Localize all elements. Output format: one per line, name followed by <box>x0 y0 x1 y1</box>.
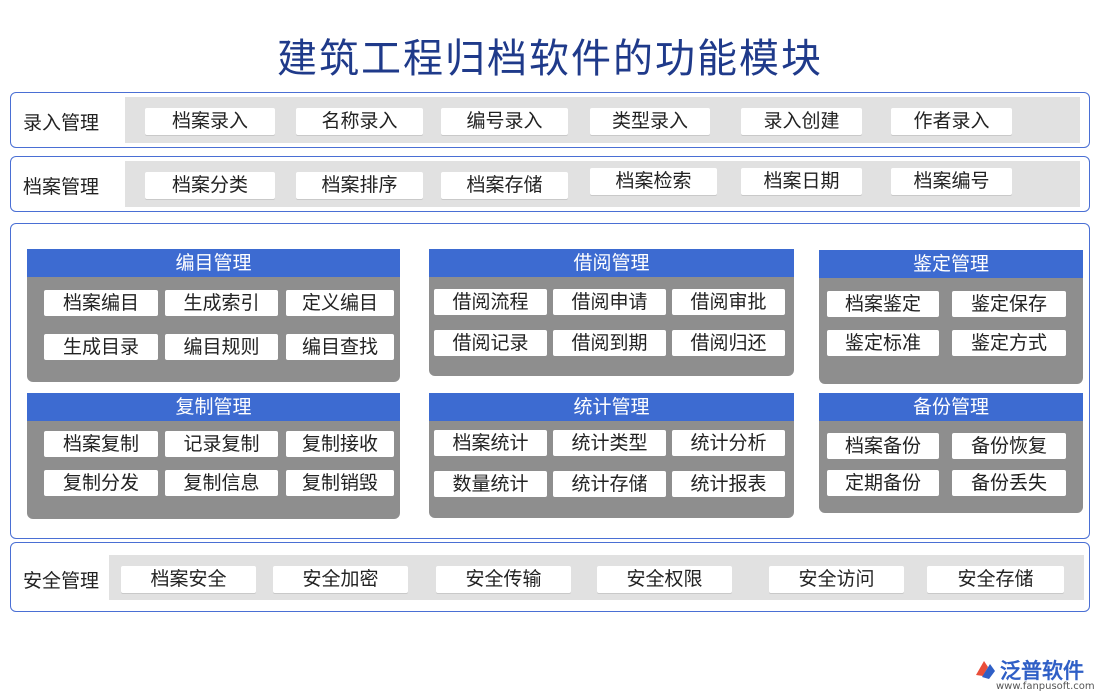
item-borrow-6[interactable]: 借阅归还 <box>672 330 785 356</box>
item-appraisal-2[interactable]: 鉴定保存 <box>952 291 1066 317</box>
row-entry: 录入管理 档案录入 名称录入 编号录入 类型录入 录入创建 作者录入 <box>10 92 1090 148</box>
logo-url: www.fanpusoft.com <box>996 681 1095 692</box>
item-security-1[interactable]: 档案安全 <box>121 566 256 593</box>
module-backup-title: 备份管理 <box>819 393 1083 421</box>
item-archive-6[interactable]: 档案编号 <box>891 168 1012 195</box>
item-catalog-4[interactable]: 生成目录 <box>44 334 158 360</box>
item-backup-2[interactable]: 备份恢复 <box>952 433 1066 459</box>
modules-section: 编目管理 档案编目 生成索引 定义编目 生成目录 编目规则 编目查找 借阅管理 … <box>10 223 1090 539</box>
item-catalog-2[interactable]: 生成索引 <box>165 290 278 316</box>
item-archive-2[interactable]: 档案排序 <box>296 172 423 199</box>
item-security-2[interactable]: 安全加密 <box>273 566 408 593</box>
module-stats-title: 统计管理 <box>429 393 794 421</box>
item-borrow-5[interactable]: 借阅到期 <box>553 330 666 356</box>
item-backup-1[interactable]: 档案备份 <box>827 433 939 459</box>
brand-logo: 泛普软件 www.fanpusoft.com <box>972 655 1095 695</box>
item-catalog-5[interactable]: 编目规则 <box>165 334 278 360</box>
item-stats-2[interactable]: 统计类型 <box>553 430 666 456</box>
item-entry-4[interactable]: 类型录入 <box>590 108 710 135</box>
item-entry-6[interactable]: 作者录入 <box>891 108 1012 135</box>
module-borrow: 借阅管理 借阅流程 借阅申请 借阅审批 借阅记录 借阅到期 借阅归还 <box>429 249 794 376</box>
item-borrow-4[interactable]: 借阅记录 <box>434 330 547 356</box>
item-catalog-1[interactable]: 档案编目 <box>44 290 158 316</box>
item-copy-1[interactable]: 档案复制 <box>44 431 158 457</box>
item-stats-6[interactable]: 统计报表 <box>672 471 785 497</box>
item-backup-3[interactable]: 定期备份 <box>827 470 939 496</box>
item-entry-3[interactable]: 编号录入 <box>441 108 568 135</box>
item-copy-2[interactable]: 记录复制 <box>165 431 278 457</box>
item-borrow-2[interactable]: 借阅申请 <box>553 289 666 315</box>
item-stats-1[interactable]: 档案统计 <box>434 430 547 456</box>
item-copy-4[interactable]: 复制分发 <box>44 470 158 496</box>
logo-icon <box>976 661 995 679</box>
item-archive-1[interactable]: 档案分类 <box>145 172 275 199</box>
module-copy-title: 复制管理 <box>27 393 400 421</box>
row-security-label: 安全管理 <box>23 570 100 592</box>
module-copy: 复制管理 档案复制 记录复制 复制接收 复制分发 复制信息 复制销毁 <box>27 393 400 519</box>
item-backup-4[interactable]: 备份丢失 <box>952 470 1066 496</box>
item-stats-5[interactable]: 统计存储 <box>553 471 666 497</box>
item-catalog-6[interactable]: 编目查找 <box>286 334 394 360</box>
item-copy-6[interactable]: 复制销毁 <box>286 470 394 496</box>
item-catalog-3[interactable]: 定义编目 <box>286 290 394 316</box>
module-catalog-title: 编目管理 <box>27 249 400 277</box>
item-appraisal-3[interactable]: 鉴定标准 <box>827 330 939 356</box>
row-archive-label: 档案管理 <box>23 176 100 198</box>
row-security: 安全管理 档案安全 安全加密 安全传输 安全权限 安全访问 安全存储 <box>10 542 1090 612</box>
module-catalog: 编目管理 档案编目 生成索引 定义编目 生成目录 编目规则 编目查找 <box>27 249 400 382</box>
module-stats: 统计管理 档案统计 统计类型 统计分析 数量统计 统计存储 统计报表 <box>429 393 794 518</box>
item-archive-3[interactable]: 档案存储 <box>441 172 568 199</box>
item-entry-5[interactable]: 录入创建 <box>741 108 862 135</box>
page-title: 建筑工程归档软件的功能模块 <box>277 36 823 82</box>
item-borrow-1[interactable]: 借阅流程 <box>434 289 547 315</box>
item-security-6[interactable]: 安全存储 <box>927 566 1064 593</box>
item-stats-3[interactable]: 统计分析 <box>672 430 785 456</box>
module-backup: 备份管理 档案备份 备份恢复 定期备份 备份丢失 <box>819 393 1083 513</box>
module-appraisal: 鉴定管理 档案鉴定 鉴定保存 鉴定标准 鉴定方式 <box>819 250 1083 384</box>
row-archive: 档案管理 档案分类 档案排序 档案存储 档案检索 档案日期 档案编号 <box>10 156 1090 212</box>
item-security-4[interactable]: 安全权限 <box>597 566 732 593</box>
item-archive-4[interactable]: 档案检索 <box>590 168 717 195</box>
module-borrow-title: 借阅管理 <box>429 249 794 277</box>
item-security-5[interactable]: 安全访问 <box>769 566 904 593</box>
item-stats-4[interactable]: 数量统计 <box>434 471 547 497</box>
item-appraisal-1[interactable]: 档案鉴定 <box>827 291 939 317</box>
item-copy-5[interactable]: 复制信息 <box>165 470 278 496</box>
item-security-3[interactable]: 安全传输 <box>436 566 571 593</box>
item-archive-5[interactable]: 档案日期 <box>741 168 862 195</box>
module-appraisal-title: 鉴定管理 <box>819 250 1083 278</box>
item-borrow-3[interactable]: 借阅审批 <box>672 289 785 315</box>
item-entry-2[interactable]: 名称录入 <box>296 108 423 135</box>
row-entry-label: 录入管理 <box>23 112 100 134</box>
item-copy-3[interactable]: 复制接收 <box>286 431 394 457</box>
item-appraisal-4[interactable]: 鉴定方式 <box>952 330 1066 356</box>
item-entry-1[interactable]: 档案录入 <box>145 108 275 135</box>
